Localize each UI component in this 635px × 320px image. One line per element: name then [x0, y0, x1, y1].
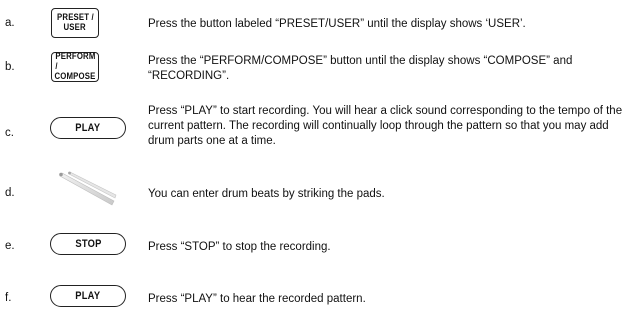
preset-user-button[interactable]: PRESET / USER — [51, 8, 99, 38]
button-label: STOP — [74, 238, 102, 250]
stop-button[interactable]: STOP — [50, 233, 126, 255]
button-label-line-1: PERFORM / — [54, 51, 96, 72]
step-letter: a. — [5, 17, 15, 29]
play-button[interactable]: PLAY — [50, 117, 126, 139]
button-label: PLAY — [75, 122, 101, 134]
play-button[interactable]: PLAY — [50, 285, 126, 307]
step-letter: f. — [5, 292, 12, 304]
step-description: Press “STOP” to stop the recording. — [148, 241, 331, 253]
button-label-line-2: USER — [63, 22, 87, 33]
step-description: Press “PLAY” to hear the recorded patter… — [148, 293, 366, 305]
step-description: Press the button labeled “PRESET/USER” u… — [148, 18, 526, 30]
drumsticks-icon — [59, 171, 117, 206]
step-letter: d. — [5, 187, 15, 199]
step-description: Press “PLAY” to start recording. You wil… — [148, 105, 623, 147]
perform-compose-button[interactable]: PERFORM / COMPOSE — [51, 52, 99, 82]
step-description: You can enter drum beats by striking the… — [148, 188, 385, 200]
step-letter: c. — [5, 127, 14, 139]
step-letter: e. — [5, 240, 15, 252]
step-description: Press the “PERFORM/COMPOSE” button until… — [148, 55, 573, 82]
button-label: PLAY — [75, 290, 101, 302]
step-letter: b. — [5, 61, 15, 73]
button-label-line-2: COMPOSE — [54, 71, 96, 82]
